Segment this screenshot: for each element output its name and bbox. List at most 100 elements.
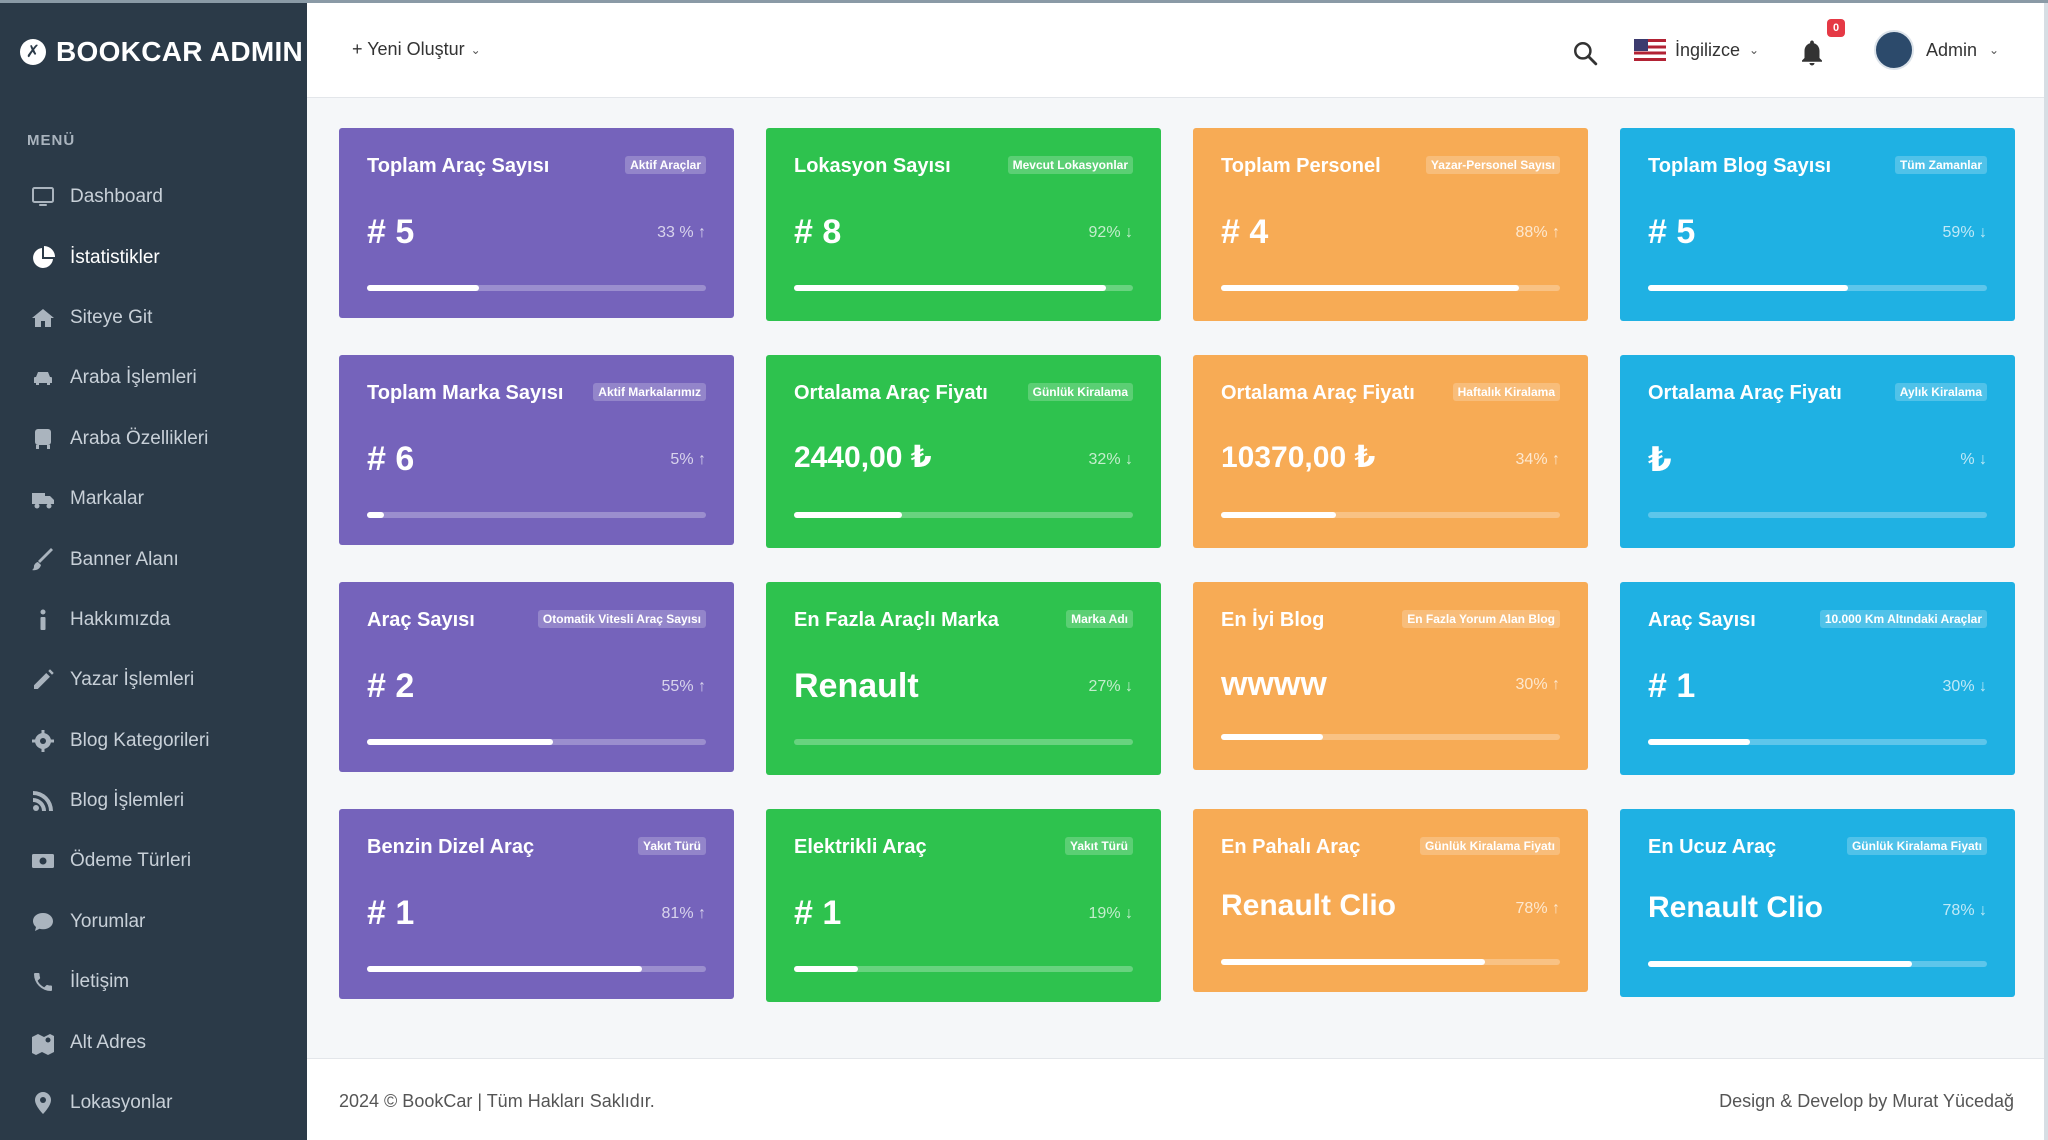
chevron-down-icon: ⌄	[470, 42, 481, 57]
sidebar-item-blog-i-şlemleri[interactable]: Blog İşlemleri	[0, 771, 307, 831]
stat-card-progress-bar	[1648, 512, 1987, 518]
brush-icon	[30, 547, 56, 573]
stat-card-percent: 78% ↑	[1515, 900, 1560, 917]
pie-chart-icon	[30, 245, 56, 271]
footer-copyright: 2024 © BookCar | Tüm Hakları Saklıdır.	[339, 1091, 655, 1111]
search-icon[interactable]	[1572, 40, 1598, 66]
sidebar-item-araba-özellikleri[interactable]: Araba Özellikleri	[0, 409, 307, 469]
stat-card-badge: Tüm Zamanlar	[1894, 156, 1987, 174]
sidebar-item-i-statistikler[interactable]: İstatistikler	[0, 227, 307, 287]
stat-card: Lokasyon Sayısı Mevcut Lokasyonlar # 8 92% …	[766, 128, 1161, 321]
new-create-button[interactable]: + Yeni Oluştur ⌄	[352, 39, 481, 60]
stat-card: Toplam Blog Sayısı Tüm Zamanlar # 5 59% ↓	[1620, 128, 2015, 321]
sidebar-item-lokasyonlar[interactable]: Lokasyonlar	[0, 1073, 307, 1133]
stat-card-badge: Aktif Araçlar	[625, 156, 706, 174]
stat-card-title: Benzin Dizel Araç	[367, 836, 535, 858]
phone-icon	[30, 969, 56, 995]
stat-card-title: Elektrikli Araç	[794, 836, 927, 858]
avatar	[1874, 30, 1914, 70]
stat-card-value: 2440,00 ₺	[794, 441, 932, 474]
stat-card-title: Ortalama Araç Fiyatı	[1648, 382, 1842, 404]
stat-card-progress-bar	[794, 512, 1133, 518]
stat-card-title: Toplam Blog Sayısı	[1648, 155, 1831, 177]
sidebar-item-i-letişim[interactable]: İletişim	[0, 952, 307, 1012]
bell-icon[interactable]	[1797, 37, 1827, 69]
user-menu[interactable]: Admin ⌄	[1874, 30, 1999, 70]
stat-card-value: 10370,00 ₺	[1221, 441, 1376, 474]
stat-card-title: Toplam Araç Sayısı	[367, 155, 550, 177]
scrollbar-edge	[2044, 0, 2048, 1140]
stat-card-percent: 78% ↓	[1942, 902, 1987, 919]
stat-card-title: Lokasyon Sayısı	[794, 155, 951, 177]
stat-card-progress-fill	[1221, 734, 1323, 740]
stat-card-value: # 6	[367, 440, 415, 478]
truck-icon	[30, 486, 56, 512]
sidebar-item-yorumlar[interactable]: Yorumlar	[0, 892, 307, 952]
sidebar-item-label: İstatistikler	[70, 246, 160, 268]
brand[interactable]: ✗ BOOKCAR ADMIN	[20, 36, 303, 68]
sidebar-item-markalar[interactable]: Markalar	[0, 469, 307, 529]
sidebar-item-blog-kategorileri[interactable]: Blog Kategorileri	[0, 711, 307, 771]
stat-card-badge: Yakıt Türü	[1064, 837, 1133, 855]
sidebar-item-ödeme-türleri[interactable]: Ödeme Türleri	[0, 831, 307, 891]
stat-card-value: # 1	[367, 894, 415, 932]
stat-card-progress-bar	[1221, 959, 1560, 965]
stat-card-progress-bar	[367, 285, 706, 291]
chevron-down-icon: ⌄	[1749, 43, 1760, 57]
stat-card: En İyi Blog En Fazla Yorum Alan Blog wwww 3…	[1193, 582, 1588, 770]
stat-card: En Pahalı Araç Günlük Kiralama Fiyatı Rena…	[1193, 809, 1588, 992]
sidebar-item-siteye-git[interactable]: Siteye Git	[0, 288, 307, 348]
stat-card-percent: 55% ↑	[661, 678, 706, 695]
stat-card-progress-bar	[1221, 285, 1560, 291]
sidebar-item-hakkımızda[interactable]: Hakkımızda	[0, 590, 307, 650]
stat-card-value: # 2	[367, 667, 415, 705]
stat-card-percent: 30% ↓	[1942, 678, 1987, 695]
sidebar-item-banner-alanı[interactable]: Banner Alanı	[0, 529, 307, 589]
stat-card-title: En Ucuz Araç	[1648, 836, 1777, 858]
brand-logo-icon: ✗	[20, 39, 46, 65]
stat-card-percent: 30% ↑	[1515, 676, 1560, 693]
footer-credit: Design & Develop by Murat Yücedağ	[1719, 1091, 2014, 1111]
stat-card-progress-fill	[794, 966, 859, 972]
stat-card-progress-fill	[367, 739, 554, 745]
language-selector[interactable]: İngilizce ⌄	[1634, 39, 1759, 61]
stat-card: Ortalama Araç Fiyatı Aylık Kiralama ₺ % ↓	[1620, 355, 2015, 548]
stat-card-progress-fill	[1648, 739, 1750, 745]
stat-card-badge: Haftalık Kiralama	[1452, 383, 1560, 401]
notification-badge: 0	[1827, 19, 1845, 37]
stat-card-progress-fill	[1221, 512, 1337, 518]
stat-card: En Fazla Araçlı Marka Marka Adı Renault 27%…	[766, 582, 1161, 775]
sidebar-item-yazar-i-şlemleri[interactable]: Yazar İşlemleri	[0, 650, 307, 710]
sidebar-item-label: Yorumlar	[70, 910, 146, 932]
chevron-down-icon: ⌄	[1989, 43, 2000, 57]
sidebar-item-label: Ödeme Türleri	[70, 850, 192, 872]
sidebar-item-dashboard[interactable]: Dashboard	[0, 167, 307, 227]
stat-card-percent: 32% ↓	[1088, 451, 1133, 468]
stat-card: Araç Sayısı Otomatik Vitesli Araç Sayısı #…	[339, 582, 734, 772]
stat-card-title: Araç Sayısı	[1648, 609, 1756, 631]
stat-card: Elektrikli Araç Yakıt Türü # 1 19% ↓	[766, 809, 1161, 1002]
sidebar: ✗ BOOKCAR ADMIN MENÜ Dashboard İstatistik…	[0, 0, 307, 1140]
stat-card-progress-bar	[1648, 961, 1987, 967]
stat-card: Toplam Personel Yazar-Personel Sayısı # 4 8…	[1193, 128, 1588, 321]
us-flag-icon	[1634, 39, 1666, 61]
stat-card-progress-fill	[794, 512, 903, 518]
gear-icon	[30, 728, 56, 754]
sidebar-item-araba-i-şlemleri[interactable]: Araba İşlemleri	[0, 348, 307, 408]
stat-card-value: # 8	[794, 213, 842, 251]
stat-card-progress-bar	[367, 966, 706, 972]
stat-card-title: Toplam Personel	[1221, 155, 1381, 177]
stat-card-badge: Yazar-Personel Sayısı	[1425, 156, 1560, 174]
stat-card-percent: % ↓	[1960, 451, 1987, 468]
sidebar-item-label: Dashboard	[70, 186, 163, 208]
map-icon	[30, 1030, 56, 1056]
sidebar-item-label: Alt Adres	[70, 1031, 147, 1053]
stat-card-progress-bar	[1221, 512, 1560, 518]
pin-icon	[30, 1090, 56, 1116]
stat-card-badge: Günlük Kiralama	[1027, 383, 1133, 401]
stat-card-percent: 27% ↓	[1088, 678, 1133, 695]
stat-card-badge: Aktif Markalarımız	[593, 383, 706, 401]
stat-card-progress-bar	[794, 966, 1133, 972]
sidebar-item-alt-adres[interactable]: Alt Adres	[0, 1012, 307, 1072]
stat-card-value: # 1	[794, 894, 842, 932]
